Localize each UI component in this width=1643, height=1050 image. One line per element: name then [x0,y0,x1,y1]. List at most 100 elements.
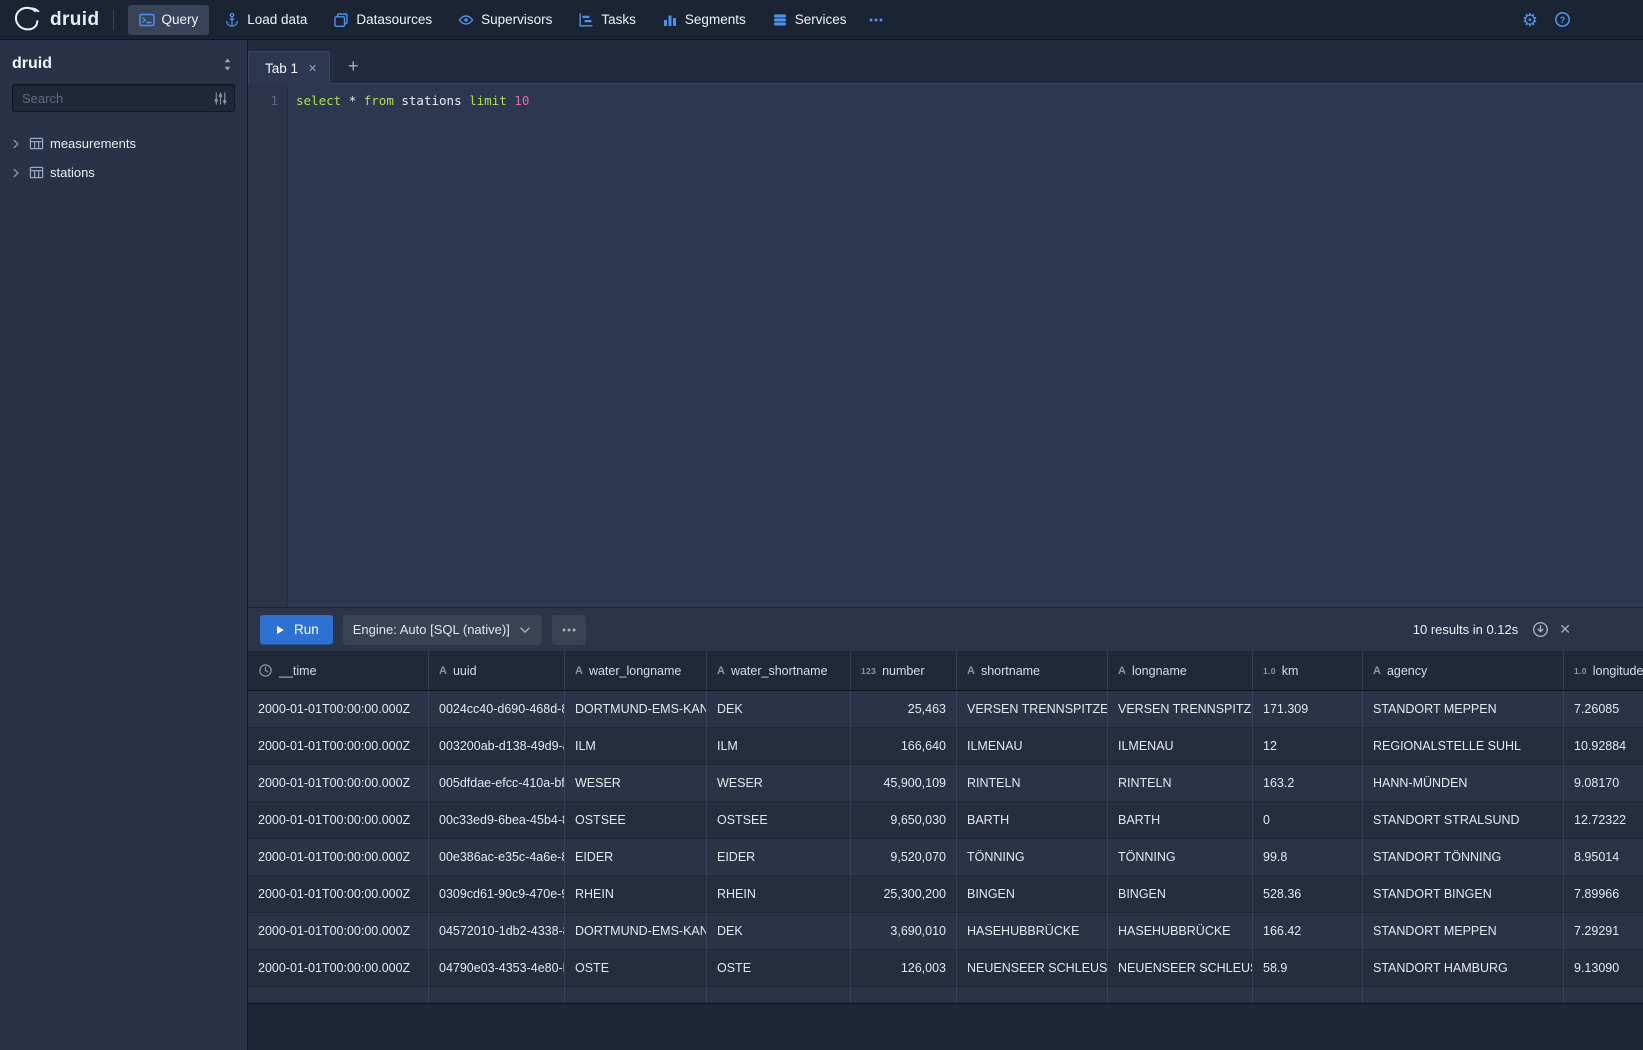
cell-__time[interactable]: 2000-01-01T00:00:00.000Z [248,876,429,913]
cell-agency[interactable]: STANDORT TÖNNING [1363,839,1564,876]
cell-longitude[interactable]: 7.26085 [1564,691,1643,728]
cell-km[interactable]: 163.2 [1253,765,1363,802]
cell-uuid[interactable]: 00c33ed9-6bea-45b4-87 [429,802,565,839]
cell-__time[interactable]: 2000-01-01T00:00:00.000Z [248,802,429,839]
cell-longname[interactable]: TÖNNING [1108,839,1253,876]
sql-code-area[interactable]: select * from stations limit 10 [288,84,1643,607]
cell-water_shortname[interactable]: WESER [707,765,851,802]
cell-agency[interactable]: STANDORT MEPPEN [1363,913,1564,950]
cell-water_longname[interactable]: ILM [565,728,707,765]
cell-water_shortname[interactable]: OSTE [707,950,851,987]
cell-km[interactable]: 99.8 [1253,839,1363,876]
download-button[interactable] [1532,621,1549,638]
tree-item-measurements[interactable]: measurements [0,129,247,158]
cell-shortname[interactable]: ILMENAU [957,728,1108,765]
add-tab-button[interactable]: + [336,50,370,83]
cell-number[interactable]: 166,640 [851,728,957,765]
cell-km[interactable]: 12 [1253,728,1363,765]
cell-number[interactable]: 9,520,070 [851,839,957,876]
cell-water_longname[interactable]: WESER [565,765,707,802]
cell-longname[interactable]: BARTH [1108,802,1253,839]
more-menu-button[interactable] [859,5,893,35]
cell-agency[interactable]: STANDORT BINGEN [1363,876,1564,913]
column-header-number[interactable]: 123number [851,651,957,690]
cell-__time[interactable]: 2000-01-01T00:00:00.000Z [248,950,429,987]
nav-item-tasks[interactable]: Tasks [567,5,647,35]
close-tab-button[interactable]: ✕ [308,62,317,75]
cell-number[interactable]: 45,900,109 [851,765,957,802]
tree-item-stations[interactable]: stations [0,158,247,187]
cell-__time[interactable]: 2000-01-01T00:00:00.000Z [248,913,429,950]
cell-longitude[interactable]: 7.29291 [1564,913,1643,950]
nav-item-services[interactable]: Services [761,5,858,35]
cell-water_longname[interactable]: OSTE [565,950,707,987]
cell-agency[interactable]: HANN-MÜNDEN [1363,765,1564,802]
cell-longitude[interactable]: 10.92884 [1564,728,1643,765]
cell-shortname[interactable]: HASEHUBBRÜCKE [957,913,1108,950]
cell-agency[interactable]: STANDORT STRALSUND [1363,802,1564,839]
column-header-water_longname[interactable]: Awater_longname [565,651,707,690]
cell-__time[interactable]: 2000-01-01T00:00:00.000Z [248,728,429,765]
cell-water_longname[interactable]: OSTSEE [565,802,707,839]
column-header-longname[interactable]: Alongname [1108,651,1253,690]
cell-longitude[interactable]: 9.13090 [1564,950,1643,987]
run-button[interactable]: Run [260,615,333,645]
column-header-shortname[interactable]: Ashortname [957,651,1108,690]
help-button[interactable]: ? [1554,11,1571,28]
sort-button[interactable] [220,57,235,72]
filter-button[interactable] [210,89,230,107]
cell-longitude[interactable]: 9.08170 [1564,765,1643,802]
cell-water_shortname[interactable]: RHEIN [707,876,851,913]
cell-longitude[interactable]: 12.72322 [1564,802,1643,839]
cell-shortname[interactable]: BARTH [957,802,1108,839]
column-header-water_shortname[interactable]: Awater_shortname [707,651,851,690]
cell-km[interactable]: 58.9 [1253,950,1363,987]
cell-longname[interactable]: BINGEN [1108,876,1253,913]
cell-water_longname[interactable]: EIDER [565,839,707,876]
nav-item-query[interactable]: Query [128,5,210,35]
column-header-agency[interactable]: Aagency [1363,651,1564,690]
cell-uuid[interactable]: 0024cc40-d690-468d-84 [429,691,565,728]
cell-longname[interactable]: RINTELN [1108,765,1253,802]
cell-km[interactable]: 166.42 [1253,913,1363,950]
nav-item-load-data[interactable]: Load data [213,5,318,35]
cell-longname[interactable]: NEUENSEER SCHLEUSEN [1108,950,1253,987]
cell-__time[interactable]: 2000-01-01T00:00:00.000Z [248,839,429,876]
cell-uuid[interactable]: 003200ab-d138-49d9-aa [429,728,565,765]
search-input[interactable] [12,84,235,112]
engine-select-button[interactable]: Engine: Auto [SQL (native)] [343,615,542,645]
cell-uuid[interactable]: 005dfdae-efcc-410a-bf1 [429,765,565,802]
cell-uuid[interactable]: 04790e03-4353-4e80-be [429,950,565,987]
column-header-longitude[interactable]: 1.0longitude [1564,651,1643,690]
nav-item-datasources[interactable]: Datasources [322,5,443,35]
cell-longname[interactable]: ILMENAU [1108,728,1253,765]
nav-item-segments[interactable]: Segments [651,5,757,35]
nav-item-supervisors[interactable]: Supervisors [447,5,563,35]
cell-number[interactable]: 3,690,010 [851,913,957,950]
cell-water_shortname[interactable]: OSTSEE [707,802,851,839]
settings-button[interactable]: ⚙ [1522,11,1538,29]
cell-km[interactable]: 171.309 [1253,691,1363,728]
cell-water_shortname[interactable]: ILM [707,728,851,765]
cell-shortname[interactable]: BINGEN [957,876,1108,913]
cell-longname[interactable]: VERSEN TRENNSPITZE [1108,691,1253,728]
query-more-button[interactable] [552,615,586,645]
column-header-uuid[interactable]: Auuid [429,651,565,690]
cell-longitude[interactable]: 8.95014 [1564,839,1643,876]
column-header-km[interactable]: 1.0km [1253,651,1363,690]
query-editor[interactable]: 1 select * from stations limit 10 [248,84,1643,607]
cell-number[interactable]: 25,463 [851,691,957,728]
cell-shortname[interactable]: TÖNNING [957,839,1108,876]
cell-__time[interactable]: 2000-01-01T00:00:00.000Z [248,691,429,728]
cell-number[interactable]: 25,300,200 [851,876,957,913]
cell-shortname[interactable]: NEUENSEER SCHLEUSEN [957,950,1108,987]
cell-uuid[interactable]: 00e386ac-e35c-4a6e-80 [429,839,565,876]
cell-water_longname[interactable]: DORTMUND-EMS-KANA [565,691,707,728]
cell-km[interactable]: 528.36 [1253,876,1363,913]
column-header-__time[interactable]: __time [248,651,429,690]
cell-agency[interactable]: REGIONALSTELLE SUHL [1363,728,1564,765]
cell-uuid[interactable]: 0309cd61-90c9-470e-99 [429,876,565,913]
cell-__time[interactable]: 2000-01-01T00:00:00.000Z [248,765,429,802]
cell-longitude[interactable]: 7.89966 [1564,876,1643,913]
cell-water_shortname[interactable]: DEK [707,913,851,950]
